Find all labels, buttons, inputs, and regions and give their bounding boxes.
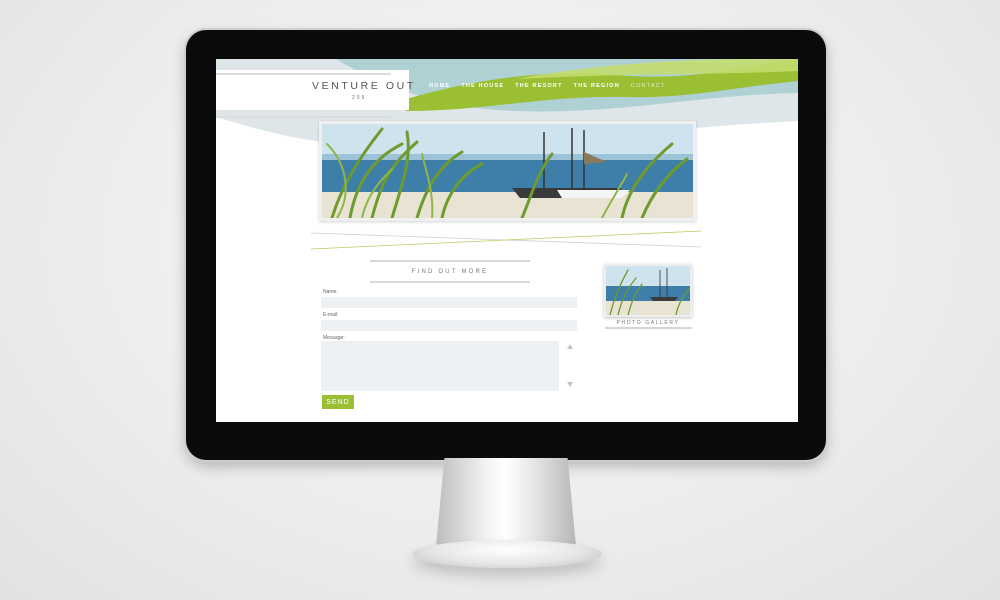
main-nav: HOME THE HOUSE THE RESORT THE REGION CON… [429, 83, 665, 89]
nav-the-resort[interactable]: THE RESORT [515, 83, 562, 89]
heading-bottom-rule [370, 281, 530, 283]
form-heading: FIND OUT MORE [411, 269, 489, 275]
email-label: E-mail: [323, 312, 339, 318]
scroll-up-icon[interactable] [567, 344, 573, 349]
form-heading-block: FIND OUT MORE [370, 260, 530, 286]
send-button[interactable]: SEND [322, 395, 354, 409]
site-subtitle: 209 [352, 95, 367, 101]
decorative-lines [311, 230, 701, 250]
site-logo[interactable]: VENTURE OUT 209 [216, 70, 413, 118]
gallery-thumbnail[interactable] [604, 264, 692, 317]
nav-contact[interactable]: CONTACT [631, 83, 666, 89]
nav-the-region[interactable]: THE REGION [574, 83, 620, 89]
monitor-base [412, 540, 602, 568]
name-field[interactable] [321, 297, 577, 308]
gallery-rule [605, 327, 692, 329]
scroll-down-icon[interactable] [567, 382, 573, 387]
gallery-label[interactable]: PHOTO GALLERY [604, 320, 692, 326]
hero-image [319, 121, 696, 221]
website-screen: VENTURE OUT 209 HOME THE HOUSE THE RESOR… [216, 59, 798, 422]
logo-top-rule [216, 73, 391, 75]
heading-top-rule [370, 260, 530, 262]
name-label: Name: [323, 289, 338, 295]
nav-home[interactable]: HOME [429, 83, 450, 89]
email-field[interactable] [321, 320, 577, 331]
message-field[interactable] [321, 341, 559, 391]
monitor-stand [436, 458, 576, 546]
nav-the-house[interactable]: THE HOUSE [461, 83, 504, 89]
site-title: VENTURE OUT [312, 80, 416, 92]
logo-bottom-rule [216, 116, 391, 118]
